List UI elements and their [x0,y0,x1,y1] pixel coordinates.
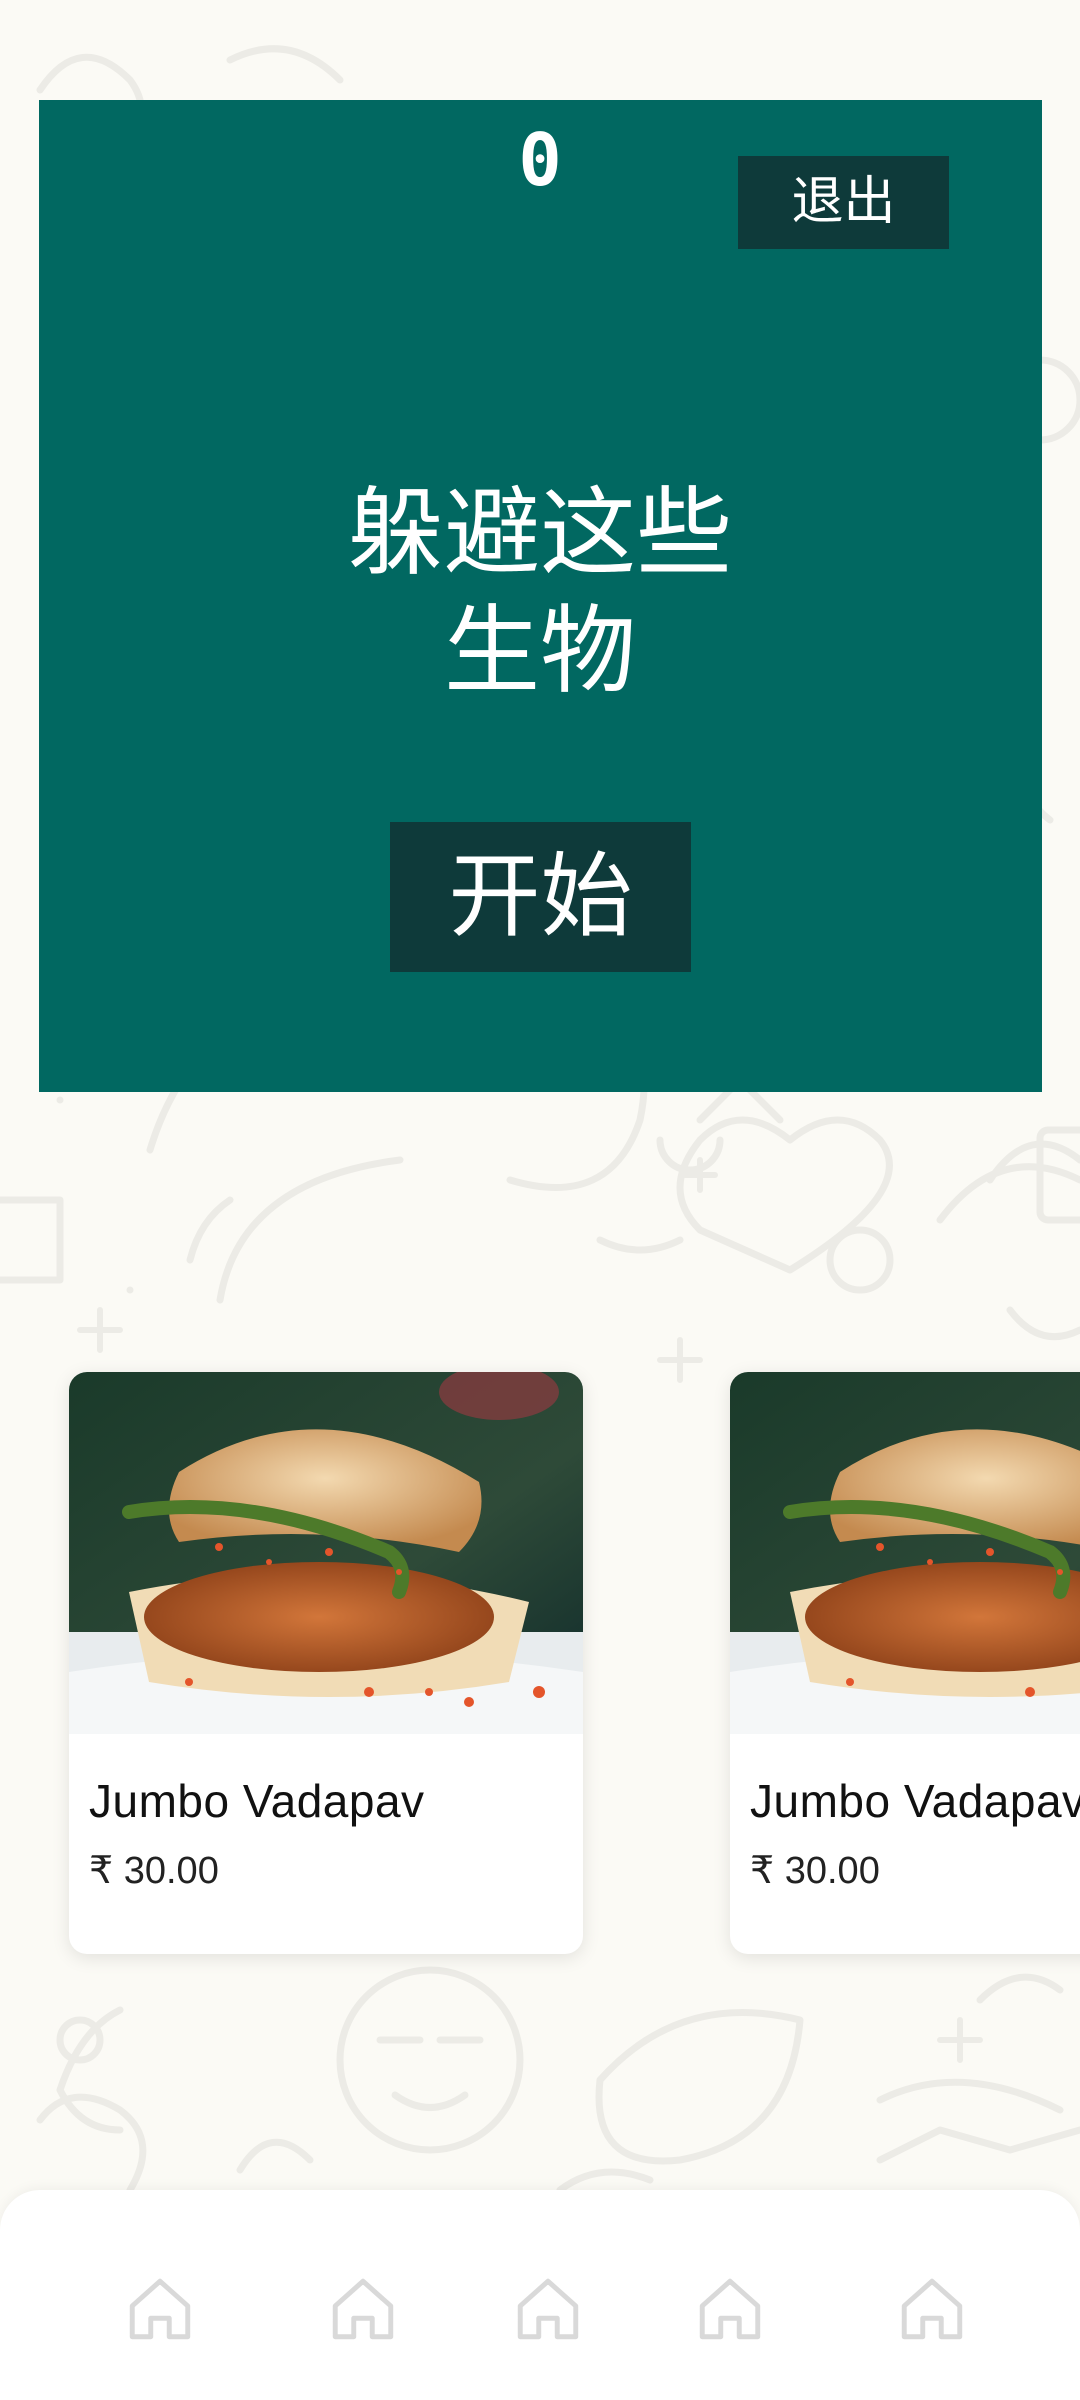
product-name: Jumbo Vadapav [750,1775,1080,1827]
game-instruction: 躲避这些 生物 [300,474,780,710]
home-icon[interactable] [693,2272,767,2346]
app-screen: 0 退出 躲避这些 生物 开始 Jumbo Vadapav ₹ 30.00 Ju… [0,0,1080,2400]
start-button[interactable]: 开始 [390,822,691,972]
product-image [730,1372,1080,1734]
product-image [69,1372,583,1734]
exit-button[interactable]: 退出 [738,156,949,249]
instruction-line-1: 躲避这些 [348,477,732,589]
product-price: ₹ 30.00 [89,1850,219,1892]
product-price: ₹ 30.00 [750,1850,880,1892]
product-card[interactable]: Jumbo Vadapav ₹ 30.00 [69,1372,583,1954]
home-icon[interactable] [326,2272,400,2346]
home-icon[interactable] [895,2272,969,2346]
bottom-nav [0,2190,1080,2400]
home-icon[interactable] [123,2272,197,2346]
product-card[interactable]: Jumbo Vadapav ₹ 30.00 [730,1372,1080,1954]
home-icon[interactable] [511,2272,585,2346]
instruction-line-2: 生物 [444,595,636,707]
product-name: Jumbo Vadapav [89,1775,425,1827]
